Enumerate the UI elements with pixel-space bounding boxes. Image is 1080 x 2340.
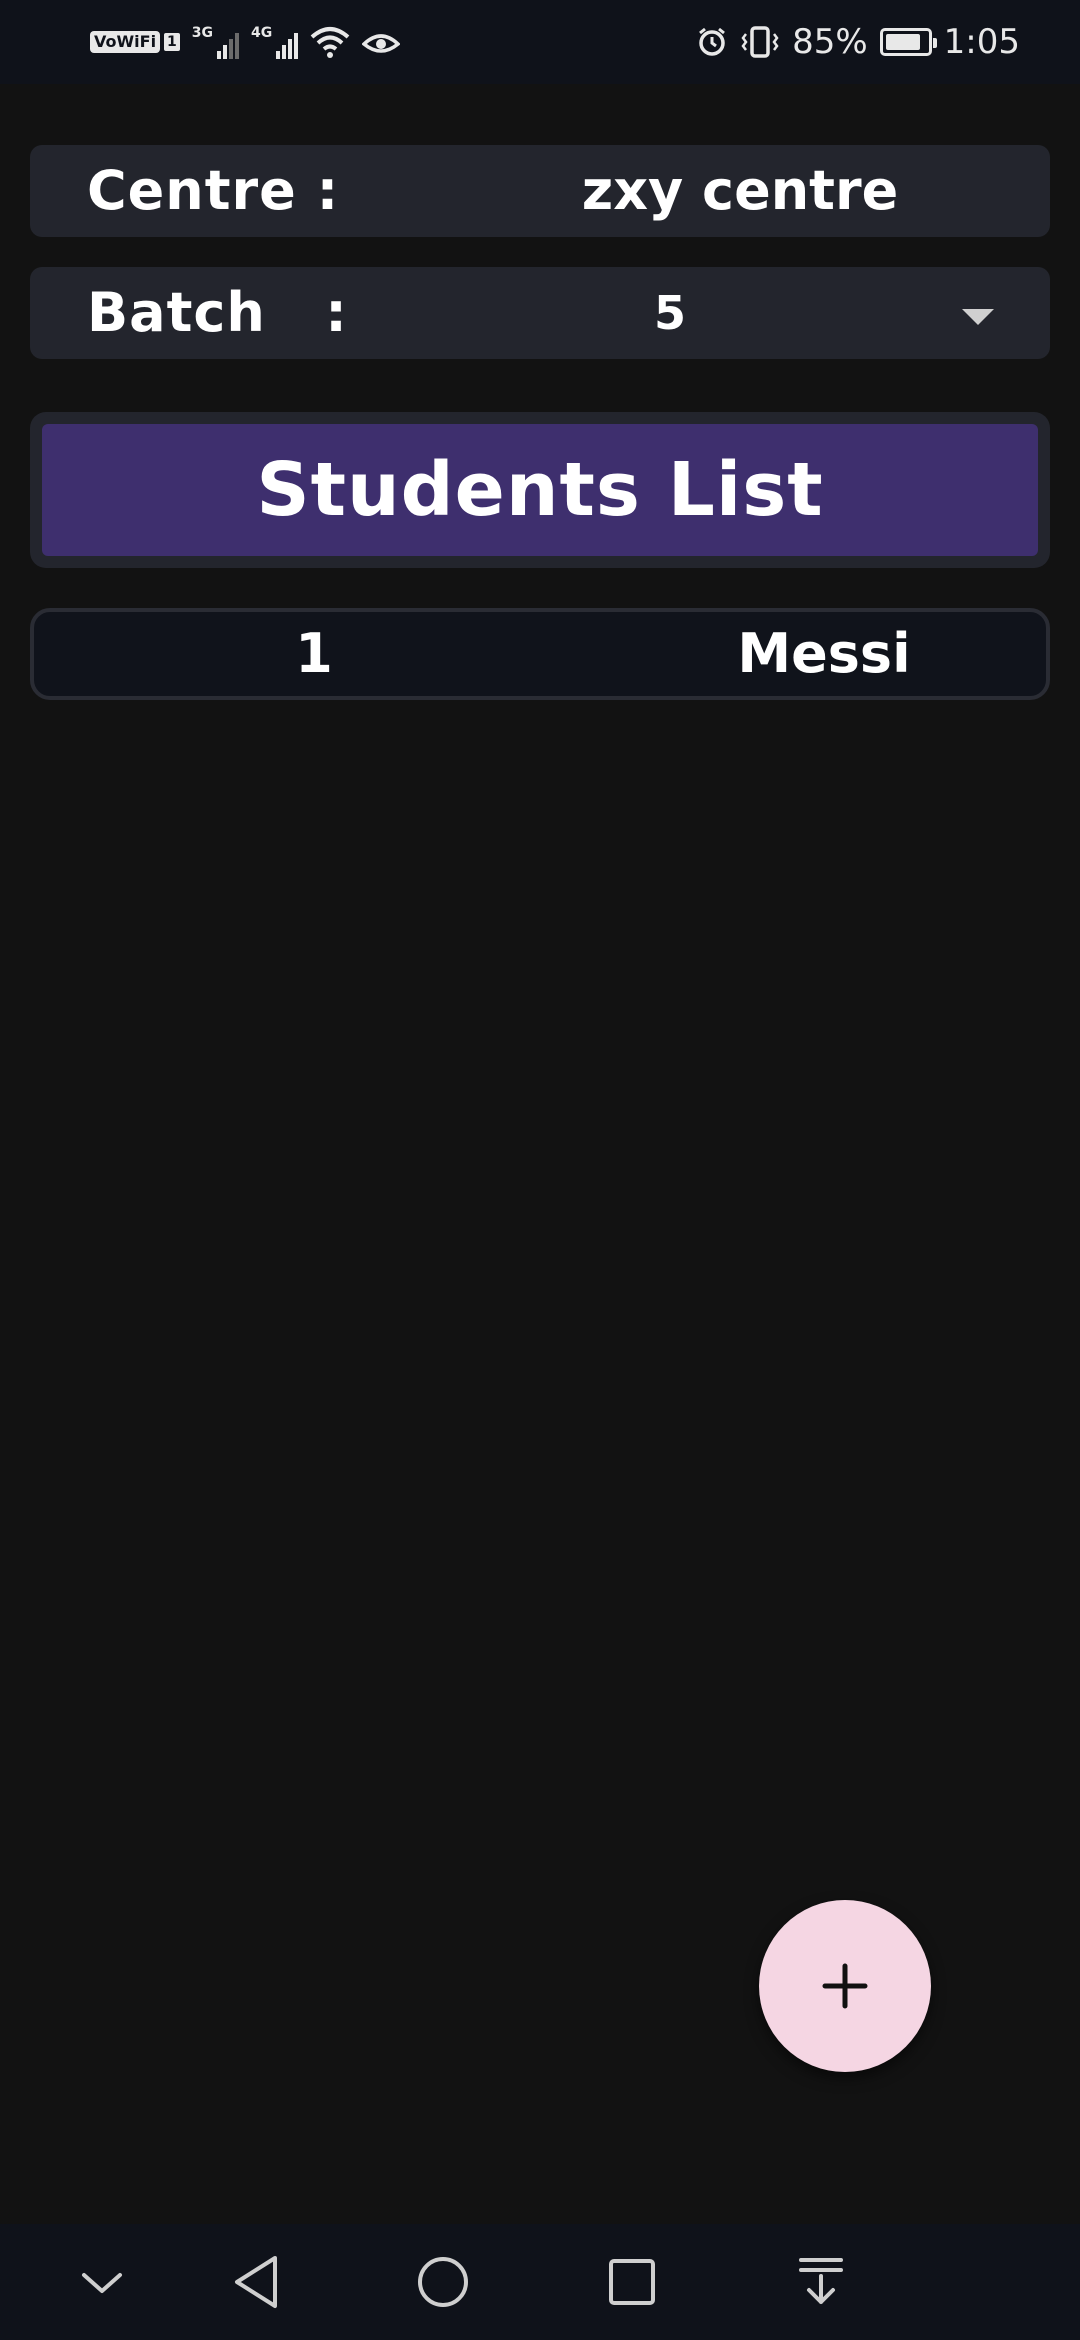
add-student-button[interactable] xyxy=(759,1900,931,2072)
students-list-header-container: Students List xyxy=(30,412,1050,568)
sim-slot-badge: 1 xyxy=(164,33,180,51)
battery-percent: 85% xyxy=(792,22,868,62)
nav-collapse-button[interactable] xyxy=(52,2224,152,2340)
eye-comfort-icon xyxy=(362,34,401,53)
network-type-label: 4G xyxy=(251,25,273,41)
wifi-icon xyxy=(310,27,350,58)
battery-icon xyxy=(879,28,937,56)
navigation-bar xyxy=(0,2224,1080,2340)
student-name: Messi xyxy=(737,622,911,685)
status-bar: VoWiFi 1 3G 4G 85% 1:05 xyxy=(0,0,1080,84)
clock: 1:05 xyxy=(943,22,1020,62)
batch-selected-value: 5 xyxy=(653,286,686,340)
vowifi-badge: VoWiFi xyxy=(90,31,161,53)
status-bar-right: 85% 1:05 xyxy=(696,22,1020,62)
notification-shade-icon xyxy=(799,2258,843,2304)
dropdown-arrow-icon[interactable] xyxy=(962,309,994,325)
chevron-down-icon xyxy=(82,2273,122,2293)
vibrate-icon xyxy=(741,26,779,58)
battery-fill xyxy=(885,34,920,50)
nav-recents-button[interactable] xyxy=(582,2224,682,2340)
nav-notifications-button[interactable] xyxy=(771,2224,871,2340)
nav-back-button[interactable] xyxy=(206,2224,306,2340)
centre-label: Centre : xyxy=(87,159,340,222)
batch-dropdown[interactable]: Batch : 5 xyxy=(30,267,1050,359)
centre-row: Centre : zxy centre xyxy=(30,145,1050,237)
batch-label: Batch : xyxy=(87,281,348,344)
plus-icon xyxy=(822,1963,868,2009)
back-icon xyxy=(235,2256,277,2308)
alarm-icon xyxy=(699,27,725,56)
signal-4g-icon: 4G xyxy=(251,25,299,59)
network-type-label: 3G xyxy=(191,25,214,41)
home-icon xyxy=(418,2257,468,2307)
recents-icon xyxy=(609,2259,655,2305)
centre-value: zxy centre xyxy=(581,159,899,222)
status-bar-left: VoWiFi 1 3G 4G xyxy=(90,25,401,59)
signal-3g-icon: 3G xyxy=(191,25,240,59)
students-list-header: Students List xyxy=(42,424,1038,556)
student-number: 1 xyxy=(295,622,333,685)
nav-home-button[interactable] xyxy=(393,2224,493,2340)
list-item[interactable]: 1 Messi xyxy=(30,608,1050,700)
